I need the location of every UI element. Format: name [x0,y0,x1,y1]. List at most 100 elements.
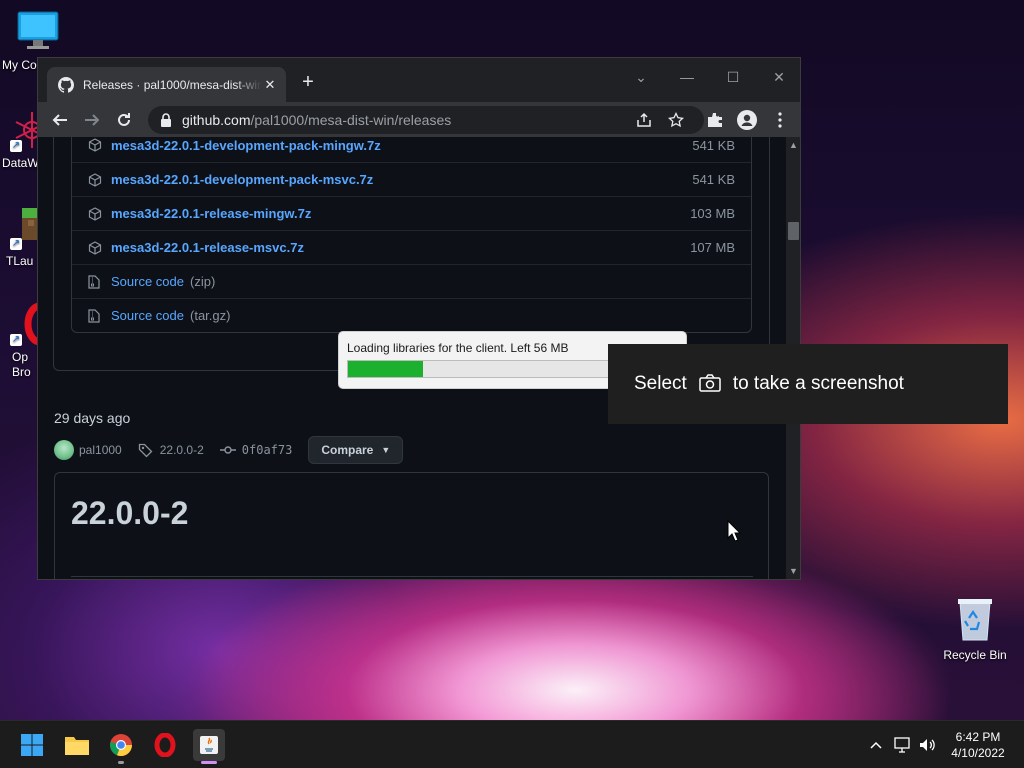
progress-fill [348,361,424,377]
recycle-bin-label: Recycle Bin [943,648,1007,662]
volume-icon[interactable] [918,735,938,755]
scroll-down-icon[interactable]: ▼ [789,567,798,576]
screenshot-toast: Select to take a screenshot [608,344,1008,424]
address-bar[interactable]: github.com/pal1000/mesa-dist-win/release… [148,106,704,134]
source-code-link[interactable]: Source code [111,274,184,289]
asset-size: 541 KB [692,137,735,153]
asset-row[interactable]: mesa3d-22.0.1-release-msvc.7z 107 MB [72,230,751,264]
back-button[interactable] [46,106,74,134]
scroll-up-icon[interactable]: ▲ [789,141,798,150]
asset-row[interactable]: Source code (zip) [72,264,751,298]
profile-icon[interactable] [737,110,757,130]
package-icon [88,172,102,187]
start-button[interactable] [16,729,48,761]
folder-icon [65,737,89,755]
release-tag[interactable]: 22.0.0-2 [160,443,204,457]
source-code-format: (tar.gz) [190,308,231,323]
asset-name-link[interactable]: mesa3d-22.0.1-release-msvc.7z [111,240,690,255]
toast-text-before: Select [634,373,687,394]
lock-icon [161,113,171,127]
clock-date: 4/10/2022 [951,746,1005,760]
url-path: /pal1000/mesa-dist-win/releases [250,112,452,128]
browser-window: Releases · pal1000/mesa-dist-win/release… [37,57,801,580]
asset-name-link[interactable]: mesa3d-22.0.1-release-mingw.7z [111,206,690,221]
bookmark-star-icon[interactable] [667,111,685,128]
system-clock[interactable]: 6:42 PM 4/10/2022 [944,729,1012,761]
release-author[interactable]: pal1000 [79,443,122,457]
chevron-down-icon: ▼ [381,445,391,455]
maximize-button[interactable]: ☐ [710,63,756,91]
back-arrow-icon [52,113,67,126]
clock-time: 6:42 PM [955,730,1001,744]
new-tab-button[interactable]: + [299,72,317,92]
loading-text: Loading libraries for the client. Left 5… [347,341,569,355]
running-indicator [201,761,217,764]
source-code-link[interactable]: Source code [111,308,184,323]
asset-size: 107 MB [690,240,735,255]
tab-close-icon[interactable]: ✕ [262,77,278,93]
java-app-button[interactable] [193,729,225,764]
tab-search-button[interactable]: ⌄ [618,63,664,91]
close-window-button[interactable]: ✕ [756,63,800,91]
title-bar: Releases · pal1000/mesa-dist-win/release… [38,58,800,102]
browser-toolbar: github.com/pal1000/mesa-dist-win/release… [38,102,800,137]
chrome-icon [110,734,133,757]
release-commit[interactable]: 0f0af73 [242,443,293,457]
asset-name-link[interactable]: mesa3d-22.0.1-development-pack-msvc.7z [111,172,692,187]
reload-icon [118,112,130,126]
asset-row[interactable]: Source code (tar.gz) [72,298,751,332]
windows-logo-icon [21,734,43,756]
network-icon[interactable] [893,735,913,755]
taskbar: 6:42 PM 4/10/2022 [0,720,1024,768]
scrollbar-thumb[interactable] [788,222,799,240]
release-meta: pal1000 22.0.0-2 0f0af73 Compare ▼ [54,436,404,464]
recycle-bin-icon [955,596,995,642]
share-icon[interactable] [636,112,652,128]
release-time-ago: 29 days ago [54,410,131,426]
asset-size: 541 KB [692,172,735,187]
forward-button[interactable] [78,106,106,134]
package-icon [88,240,102,255]
menu-icon[interactable] [770,110,790,130]
file-zip-icon [88,274,102,289]
asset-size: 103 MB [690,206,735,221]
show-hidden-icons-chevron-up-icon[interactable] [866,735,886,755]
asset-row[interactable]: mesa3d-22.0.1-development-pack-msvc.7z 5… [72,162,751,196]
compare-button[interactable]: Compare ▼ [308,436,404,464]
opera-icon [154,733,176,757]
package-icon [88,138,102,152]
camera-icon [699,374,721,394]
tab-title: Releases · pal1000/mesa-dist-win/release… [83,77,262,92]
extensions-icon[interactable] [705,110,725,130]
release-title[interactable]: 22.0.0-2 [71,495,188,532]
monitor-icon [16,10,60,54]
avatar[interactable] [54,440,74,460]
file-explorer-button[interactable] [61,729,93,761]
running-indicator [118,761,124,764]
source-code-format: (zip) [190,274,216,289]
file-zip-icon [88,308,102,323]
divider [71,576,753,577]
asset-row[interactable]: mesa3d-22.0.1-release-mingw.7z 103 MB [72,196,751,230]
asset-name-link[interactable]: mesa3d-22.0.1-development-pack-mingw.7z [111,138,692,153]
toast-text-after: to take a screenshot [732,373,904,394]
reload-button[interactable] [110,106,138,134]
minimize-button[interactable]: — [664,63,710,91]
chrome-button[interactable] [105,729,137,764]
assets-list: mesa3d-22.0.1-development-pack-mingw.7z … [71,137,752,333]
desktop-icon-recycle-bin[interactable]: Recycle Bin [940,596,1010,662]
opera-button[interactable] [149,729,181,761]
shortcut-arrow-icon: ↗ [10,238,22,250]
java-icon [200,736,218,754]
forward-arrow-icon [85,113,100,126]
shortcut-arrow-icon: ↗ [10,334,22,346]
package-icon [88,206,102,221]
asset-row[interactable]: mesa3d-22.0.1-development-pack-mingw.7z … [72,137,751,162]
release-card: 22.0.0-2 [54,472,769,579]
compare-label: Compare [321,443,374,457]
browser-tab[interactable]: Releases · pal1000/mesa-dist-win/release… [47,67,286,102]
shortcut-arrow-icon: ↗ [10,140,22,152]
mouse-cursor-icon [727,520,741,542]
github-icon [58,76,74,93]
commit-icon [219,446,236,454]
